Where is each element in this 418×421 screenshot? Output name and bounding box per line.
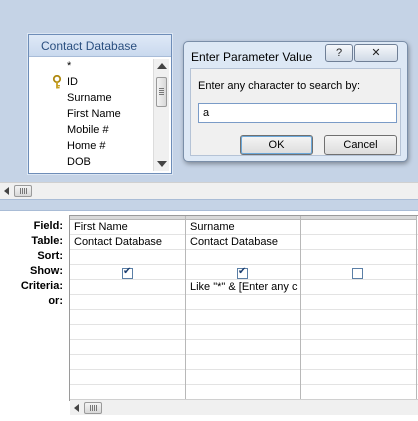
field-label: DOB [67,156,91,168]
grid-column-empty [301,216,417,401]
scroll-thumb[interactable] [14,185,32,197]
design-horizontal-scrollbar[interactable] [0,182,418,199]
close-button[interactable]: ✕ [354,44,398,62]
show-checkbox[interactable] [352,268,363,279]
field-label: Home # [67,140,106,152]
sort-cell[interactable] [301,250,416,265]
field-list-scrollbar[interactable] [153,59,169,171]
ok-button[interactable]: OK [240,135,313,155]
row-label-criteria: Criteria: [20,280,63,292]
scroll-up-icon[interactable] [157,63,167,69]
scroll-left-icon[interactable] [74,404,79,412]
scroll-left-icon[interactable] [4,187,9,195]
table-cell[interactable]: Contact Database [70,235,185,250]
grid-column-first-name: First Name Contact Database [70,216,186,401]
show-checkbox[interactable] [237,266,248,279]
grid-row-labels: Field: Table: Sort: Show: Criteria: or: [0,219,68,309]
field-label: ID [67,76,78,88]
pane-splitter[interactable] [0,199,418,211]
query-design-surface: Contact Database * ID Surname First Name… [0,0,418,182]
field-item-id[interactable]: ID [29,74,153,90]
primary-key-icon [52,75,62,89]
show-checkbox[interactable] [122,266,133,279]
parameter-prompt: Enter any character to search by: [198,80,361,92]
table-cell[interactable]: Contact Database [186,235,300,250]
parameter-input[interactable] [198,103,397,123]
field-item-mobile[interactable]: Mobile # [29,122,153,138]
dialog-body: Enter any character to search by: OK Can… [190,68,401,156]
field-list-title[interactable]: Contact Database [29,35,171,57]
or-cell[interactable] [186,295,300,310]
query-design-grid: Field: Table: Sort: Show: Criteria: or: … [0,211,418,421]
help-button[interactable]: ? [325,44,353,62]
row-label-field: Field: [33,220,63,232]
enter-parameter-dialog: Enter Parameter Value ? ✕ Enter any char… [183,41,408,162]
criteria-cell[interactable] [70,280,185,295]
dialog-title: Enter Parameter Value [191,50,313,64]
field-cell[interactable] [301,220,416,235]
or-cell[interactable] [70,295,185,310]
scroll-down-icon[interactable] [157,161,167,167]
table-cell[interactable] [301,235,416,250]
field-cell[interactable]: First Name [70,220,185,235]
grid-column-surname: Surname Contact Database Like "*" & [Ent… [186,216,301,401]
criteria-cell[interactable]: Like "*" & [Enter any c [186,280,300,295]
row-label-show: Show: [30,265,63,277]
field-cell[interactable]: Surname [186,220,300,235]
field-list: * ID Surname First Name Mobile # Home # … [29,58,153,171]
cancel-button[interactable]: Cancel [324,135,397,155]
sort-cell[interactable] [186,250,300,265]
field-list-window[interactable]: Contact Database * ID Surname First Name… [28,34,172,174]
field-label: Mobile # [67,124,109,136]
row-label-sort: Sort: [37,250,63,262]
field-item-surname[interactable]: Surname [29,90,153,106]
grid-horizontal-scrollbar[interactable] [70,399,418,415]
field-item-dob[interactable]: DOB [29,154,153,170]
scroll-thumb[interactable] [156,77,167,107]
scroll-thumb[interactable] [84,402,102,414]
field-label: Surname [67,92,112,104]
criteria-cell[interactable] [301,280,416,295]
field-item-home[interactable]: Home # [29,138,153,154]
field-label: * [67,60,72,72]
row-label-table: Table: [31,235,63,247]
sort-cell[interactable] [70,250,185,265]
field-label: First Name [67,108,121,120]
grid-columns: First Name Contact Database Surname Cont… [69,215,418,401]
or-cell[interactable] [301,295,416,310]
row-label-or: or: [48,295,63,307]
field-item-first-name[interactable]: First Name [29,106,153,122]
field-item-all[interactable]: * [29,58,153,74]
